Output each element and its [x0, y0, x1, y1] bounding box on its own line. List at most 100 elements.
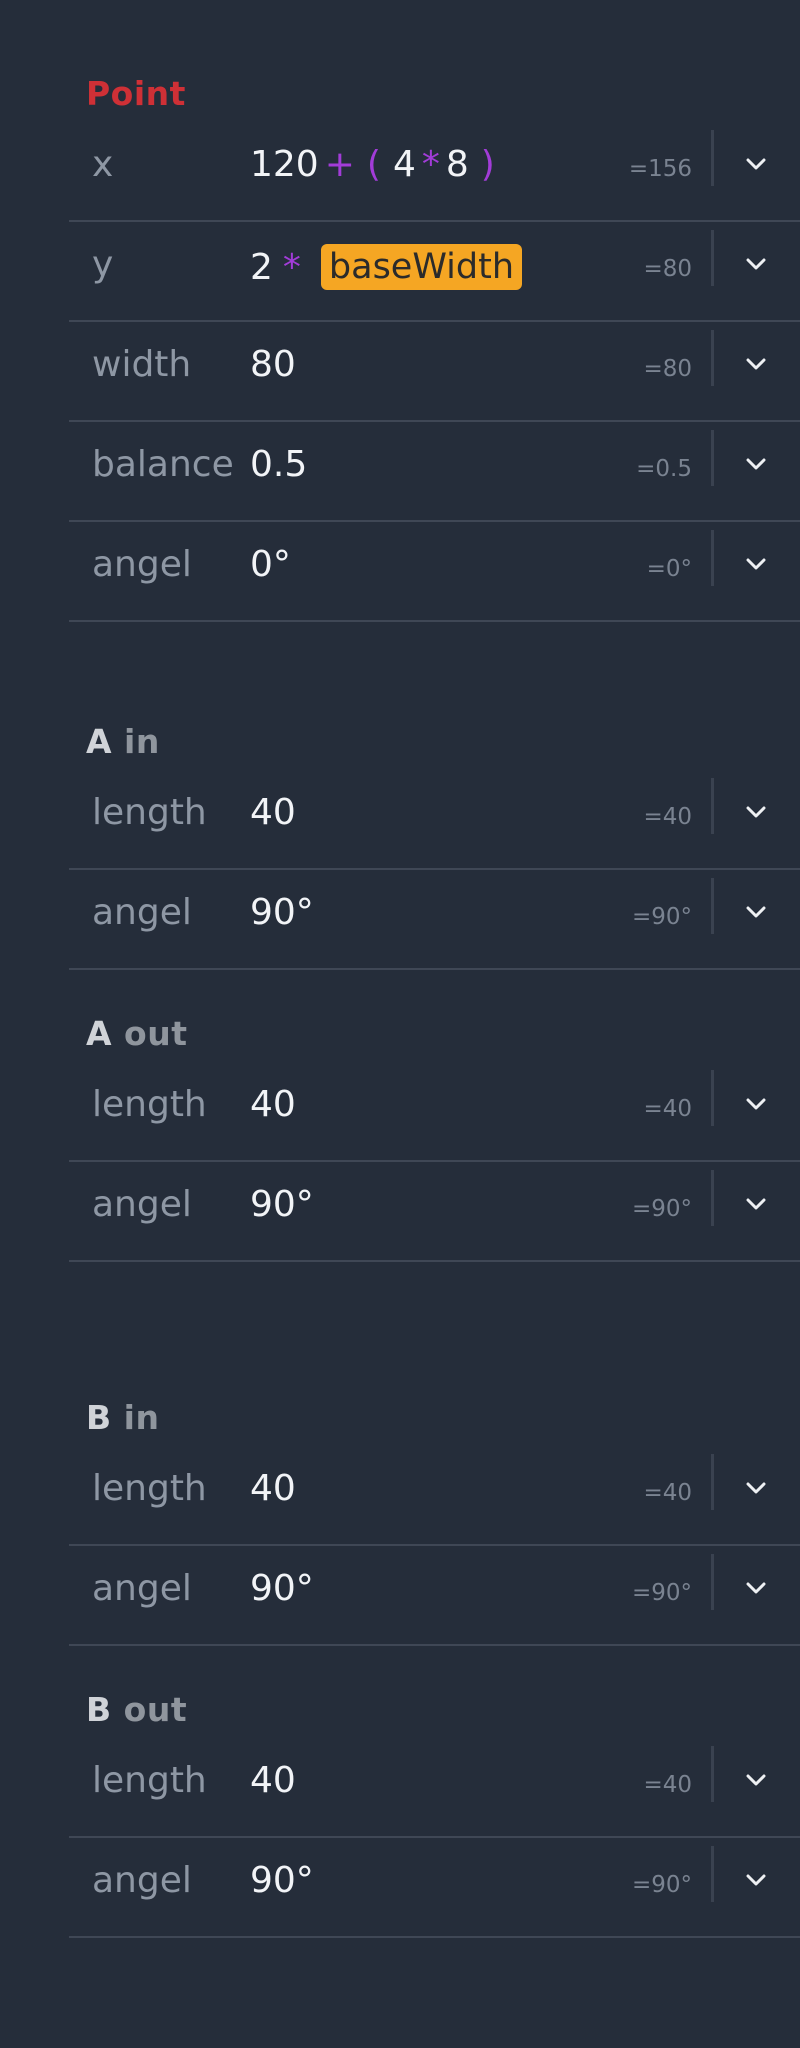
chevron-down-icon[interactable]	[742, 450, 770, 478]
row-x: x 120 + ( 4 * 8 ) =156	[69, 122, 800, 222]
number-token: 4	[392, 144, 416, 185]
chevron-down-icon[interactable]	[742, 550, 770, 578]
chevron-down-icon[interactable]	[742, 1866, 770, 1894]
section-title-b-in: B in	[86, 1398, 159, 1437]
row-label: length	[92, 1468, 207, 1509]
expression-input[interactable]: 40	[250, 1084, 296, 1125]
row-label: angel	[92, 1568, 192, 1609]
expression-input[interactable]: 40	[250, 1760, 296, 1801]
expression-input[interactable]: 80	[250, 344, 296, 385]
expression-input[interactable]: 2 * baseWidth	[250, 244, 523, 290]
expression-input[interactable]: 90°	[250, 1184, 314, 1225]
title-main: A	[86, 722, 113, 761]
divider	[711, 330, 714, 386]
divider	[711, 430, 714, 486]
divider	[711, 530, 714, 586]
chevron-down-icon[interactable]	[742, 1190, 770, 1218]
value-token: 40	[250, 1084, 296, 1125]
computed-result: =40	[643, 1096, 692, 1122]
operator-token: *	[421, 144, 440, 185]
computed-result: =90°	[631, 1872, 692, 1898]
variable-chip[interactable]: baseWidth	[320, 244, 523, 290]
row-label: angel	[92, 1184, 192, 1225]
row-b-out-angel: angel 90° =90°	[69, 1838, 800, 1938]
paren-token: )	[480, 144, 495, 185]
row-angel: angel 0° =0°	[69, 522, 800, 622]
row-label: balance	[92, 444, 234, 485]
chevron-down-icon[interactable]	[742, 1090, 770, 1118]
divider	[711, 1454, 714, 1510]
computed-result: =40	[643, 804, 692, 830]
chevron-down-icon[interactable]	[742, 798, 770, 826]
row-label: length	[92, 1084, 207, 1125]
value-token: 90°	[250, 1568, 314, 1609]
operator-token: *	[282, 246, 301, 288]
divider	[711, 1746, 714, 1802]
row-label: angel	[92, 892, 192, 933]
divider	[711, 1554, 714, 1610]
chevron-down-icon[interactable]	[742, 1766, 770, 1794]
row-a-out-length: length 40 =40	[69, 1062, 800, 1162]
row-a-in-length: length 40 =40	[69, 770, 800, 870]
expression-input[interactable]: 120 + ( 4 * 8 )	[250, 144, 501, 185]
title-sub: out	[123, 1690, 188, 1729]
row-label: y	[92, 244, 114, 285]
expression-input[interactable]: 40	[250, 1468, 296, 1509]
value-token: 80	[250, 344, 296, 385]
expression-input[interactable]: 90°	[250, 1568, 314, 1609]
computed-result: =40	[643, 1772, 692, 1798]
divider	[711, 878, 714, 934]
chevron-down-icon[interactable]	[742, 1474, 770, 1502]
expression-input[interactable]: 40	[250, 792, 296, 833]
number-token: 8	[445, 144, 469, 185]
row-b-out-length: length 40 =40	[69, 1738, 800, 1838]
value-token: 90°	[250, 1184, 314, 1225]
computed-result: =80	[643, 256, 692, 282]
title-sub: out	[124, 1014, 188, 1053]
chevron-down-icon[interactable]	[742, 150, 770, 178]
section-title-a-in: A in	[86, 722, 160, 761]
row-label: width	[92, 344, 192, 385]
row-balance: balance 0.5 =0.5	[69, 422, 800, 522]
value-token: 40	[250, 792, 296, 833]
row-a-in-angel: angel 90° =90°	[69, 870, 800, 970]
computed-result: =90°	[631, 904, 692, 930]
expression-input[interactable]: 0°	[250, 544, 291, 585]
chevron-down-icon[interactable]	[742, 898, 770, 926]
computed-result: =40	[643, 1480, 692, 1506]
section-title-b-out: B out	[86, 1690, 187, 1729]
divider	[711, 230, 714, 286]
section-title-a-out: A out	[86, 1014, 188, 1053]
number-token: 2	[250, 246, 273, 288]
row-label: angel	[92, 1860, 192, 1901]
title-main: A	[86, 1014, 113, 1053]
paren-token: (	[366, 144, 381, 185]
expression-input[interactable]: 90°	[250, 892, 314, 933]
divider	[711, 778, 714, 834]
row-b-in-length: length 40 =40	[69, 1446, 800, 1546]
value-token: 90°	[250, 892, 314, 933]
expression-input[interactable]: 0.5	[250, 444, 307, 485]
divider	[711, 1846, 714, 1902]
row-b-in-angel: angel 90° =90°	[69, 1546, 800, 1646]
computed-result: =0.5	[636, 456, 692, 482]
value-token: 40	[250, 1760, 296, 1801]
chevron-down-icon[interactable]	[742, 350, 770, 378]
row-label: length	[92, 1760, 207, 1801]
expression-input[interactable]: 90°	[250, 1860, 314, 1901]
chevron-down-icon[interactable]	[742, 1574, 770, 1602]
computed-result: =90°	[631, 1196, 692, 1222]
operator-token: +	[324, 144, 355, 185]
section-title-point: Point	[86, 74, 186, 113]
row-label: length	[92, 792, 207, 833]
row-width: width 80 =80	[69, 322, 800, 422]
computed-result: =156	[628, 156, 692, 182]
row-a-out-angel: angel 90° =90°	[69, 1162, 800, 1262]
computed-result: =80	[643, 356, 692, 382]
row-label: angel	[92, 544, 192, 585]
chevron-down-icon[interactable]	[742, 250, 770, 278]
computed-result: =0°	[646, 556, 692, 582]
computed-result: =90°	[631, 1580, 692, 1606]
title-main: B	[86, 1398, 112, 1437]
divider	[711, 1170, 714, 1226]
